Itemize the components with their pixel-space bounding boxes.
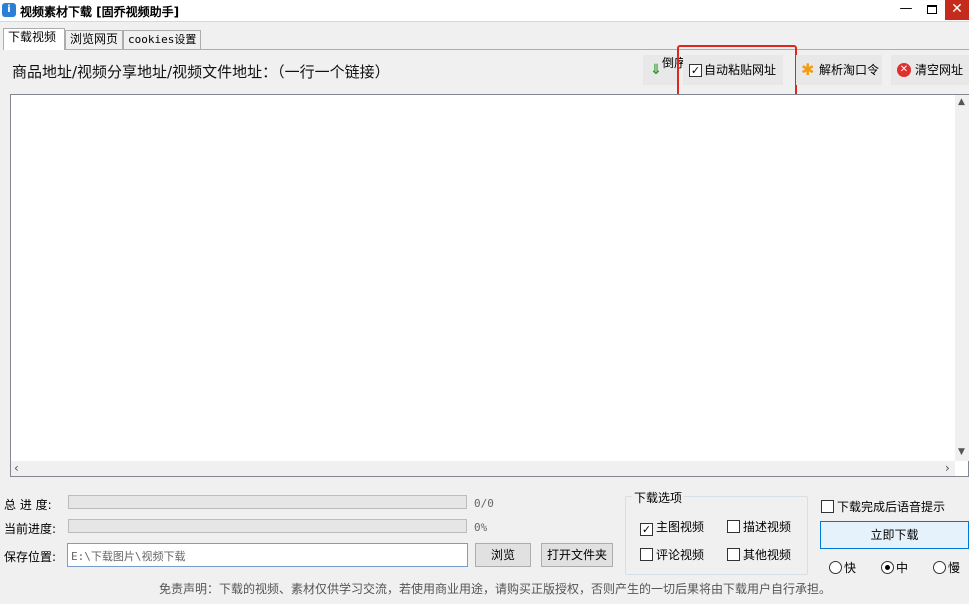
close-button[interactable]: ✕ [945, 0, 969, 20]
speed-medium-radio[interactable]: 中 [881, 559, 908, 576]
clear-urls-label: 清空网址 [915, 63, 964, 77]
current-progress-text: 0% [474, 521, 488, 534]
speed-fast-radio[interactable]: 快 [829, 559, 856, 576]
speed-slow-radio-circle[interactable] [933, 561, 946, 574]
option-other-video-checkbox[interactable] [727, 548, 740, 561]
tab-browse-web[interactable]: 浏览网页 [65, 30, 123, 49]
option-label: 描述视频 [743, 520, 792, 534]
auto-paste-checkbox[interactable]: ✓ 自动粘贴网址 [683, 55, 783, 85]
url-input-label: 商品地址/视频分享地址/视频文件地址：（一行一个链接） [12, 63, 390, 81]
current-progress-bar [68, 519, 467, 533]
clear-urls-button[interactable]: ✕ 清空网址 [891, 55, 969, 85]
speed-medium-radio-circle[interactable] [881, 561, 894, 574]
speed-label: 慢 [948, 561, 961, 575]
asterisk-icon: ✱ [801, 60, 815, 79]
auto-paste-label: 自动粘贴网址 [704, 63, 777, 77]
scroll-left-icon[interactable]: ‹ [14, 461, 19, 475]
reverse-order-label: 倒序 [662, 56, 687, 70]
speed-label: 快 [844, 561, 857, 575]
total-progress-bar [68, 495, 467, 509]
disclaimer-text: 免责声明：下载的视频、素材仅供学习交流，若使用商业用途，请购买正版授权，否则产生… [159, 582, 832, 596]
option-desc-video-checkbox[interactable] [727, 520, 740, 533]
option-label: 评论视频 [656, 548, 705, 562]
browse-button[interactable]: 浏览 [475, 543, 531, 567]
scroll-up-icon[interactable]: ▲ [958, 97, 965, 107]
maximize-icon [927, 5, 937, 14]
option-comment-video[interactable]: 评论视频 [640, 546, 704, 563]
download-options-title: 下载选项 [632, 489, 685, 506]
option-main-video[interactable]: ✓ 主图视频 [640, 518, 704, 536]
maximize-button[interactable] [919, 0, 945, 20]
option-main-video-checkbox[interactable]: ✓ [640, 523, 653, 536]
scroll-down-icon[interactable]: ▼ [958, 447, 965, 457]
reverse-order-button[interactable]: ⇓ 倒序 [643, 55, 687, 85]
vertical-scrollbar[interactable]: ▲ ▼ [955, 95, 969, 461]
speed-fast-radio-circle[interactable] [829, 561, 842, 574]
voice-prompt-checkbox-box[interactable] [821, 500, 834, 513]
window-title: 视频素材下载 [固乔视频助手] [20, 5, 180, 19]
open-folder-button[interactable]: 打开文件夹 [541, 543, 613, 567]
voice-prompt-label: 下载完成后语音提示 [837, 500, 946, 514]
option-other-video[interactable]: 其他视频 [727, 546, 791, 563]
option-label: 主图视频 [656, 520, 705, 534]
url-textarea[interactable] [10, 94, 969, 477]
total-progress-label: 总 进 度: [4, 498, 52, 512]
current-progress-label: 当前进度: [4, 522, 57, 536]
save-location-label: 保存位置: [4, 550, 57, 564]
down-arrow-icon: ⇓ [650, 62, 662, 78]
speed-slow-radio[interactable]: 慢 [933, 559, 960, 576]
auto-paste-checkbox-box[interactable]: ✓ [689, 64, 702, 77]
tab-download-video[interactable]: 下载视频 [3, 28, 65, 50]
save-path-input[interactable]: E:\下载图片\视频下载 [67, 543, 468, 567]
option-comment-video-checkbox[interactable] [640, 548, 653, 561]
tab-cookies-settings[interactable]: cookies设置 [123, 30, 201, 49]
parse-taokouling-button[interactable]: ✱ 解析淘口令 [796, 55, 882, 85]
download-now-button[interactable]: 立即下载 [820, 521, 969, 549]
speed-label: 中 [896, 561, 909, 575]
total-progress-text: 0/0 [474, 497, 494, 510]
option-desc-video[interactable]: 描述视频 [727, 518, 791, 535]
option-label: 其他视频 [743, 548, 792, 562]
scroll-right-icon[interactable]: › [945, 461, 950, 475]
voice-prompt-checkbox[interactable]: 下载完成后语音提示 [821, 498, 945, 515]
clear-x-icon: ✕ [897, 63, 911, 77]
app-info-icon: i [2, 3, 16, 17]
parse-taokouling-label: 解析淘口令 [819, 63, 880, 77]
horizontal-scrollbar[interactable]: ‹ › [11, 461, 955, 476]
minimize-button[interactable]: — [893, 0, 919, 20]
